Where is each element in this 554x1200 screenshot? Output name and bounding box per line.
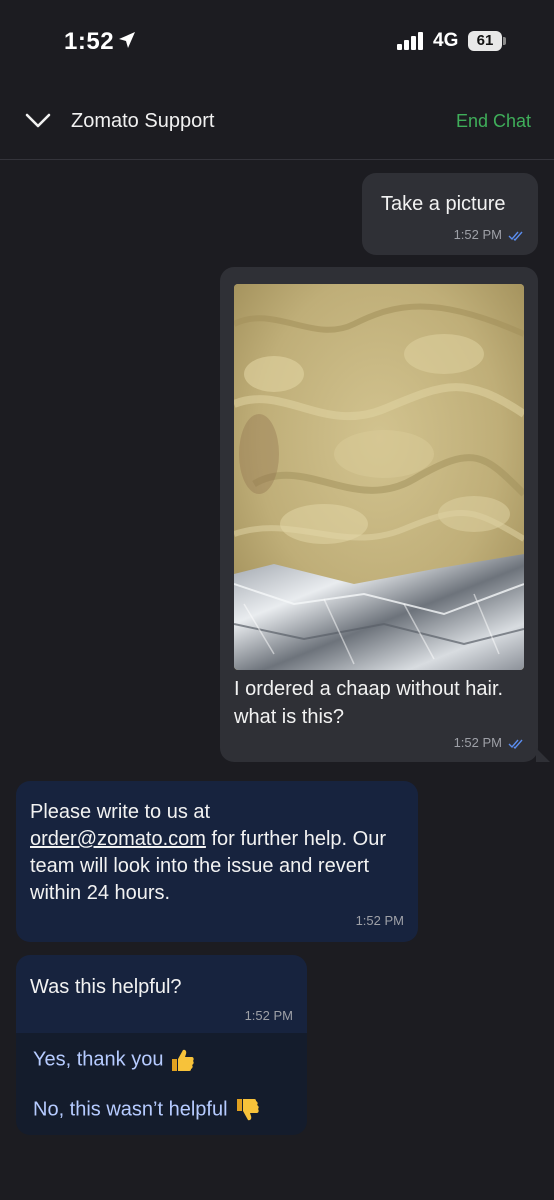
message-time-row: 1:52 PM (454, 735, 524, 750)
feedback-question: Was this helpful? (30, 976, 182, 998)
yes-thank-you-option[interactable]: Yes, thank you (33, 1047, 195, 1073)
food-photo[interactable] (234, 284, 524, 670)
chat-header: Zomato Support End Chat (0, 98, 554, 160)
outgoing-message: Take a picture 1:52 PM (362, 173, 538, 255)
status-time: 1:52 (64, 28, 115, 55)
message-time: 1:52 PM (355, 913, 404, 928)
feedback-message: Was this helpful? 1:52 PM Yes, thank you… (16, 955, 307, 1135)
message-time: 1:52 PM (453, 227, 502, 242)
not-helpful-option[interactable]: No, this wasn’t helpful (33, 1097, 260, 1123)
message-text-part: Please write to us at (30, 801, 211, 823)
status-bar: 1:52 4G 61 (0, 0, 554, 84)
location-arrow-icon (119, 32, 135, 48)
double-check-icon (508, 231, 523, 241)
outgoing-image-message: I ordered a chaap without hair. what is … (220, 267, 538, 762)
thumbs-up-emoji (172, 1049, 195, 1071)
end-chat-button[interactable]: End Chat (456, 111, 531, 132)
chat-title: Zomato Support (71, 110, 215, 132)
double-check-icon (508, 739, 523, 749)
signal-bars-icon (397, 32, 423, 50)
image-caption: I ordered a chaap without hair. what is … (234, 678, 504, 728)
feedback-question-area: Was this helpful? 1:52 PM (16, 955, 307, 1033)
option-label: No, this wasn’t helpful (33, 1098, 228, 1121)
battery-icon: 61 (468, 31, 506, 51)
feedback-options: Yes, thank you No, this wasn’t helpful (16, 1033, 307, 1135)
network-type: 4G (433, 30, 459, 51)
incoming-message: Please write to us at order@zomato.com f… (16, 781, 418, 942)
thumbs-down-emoji (236, 1099, 259, 1121)
email-link[interactable]: order@zomato.com (30, 828, 206, 850)
message-text: Take a picture (381, 193, 506, 215)
chevron-down-icon[interactable] (24, 111, 52, 131)
message-text: Please write to us at order@zomato.com f… (30, 799, 410, 907)
message-time: 1:52 PM (453, 735, 502, 750)
battery-level: 61 (476, 32, 494, 49)
bubble-tail (536, 748, 550, 762)
message-time: 1:52 PM (244, 1008, 293, 1023)
option-label: Yes, thank you (33, 1048, 164, 1071)
message-time-row: 1:52 PM (454, 227, 524, 242)
